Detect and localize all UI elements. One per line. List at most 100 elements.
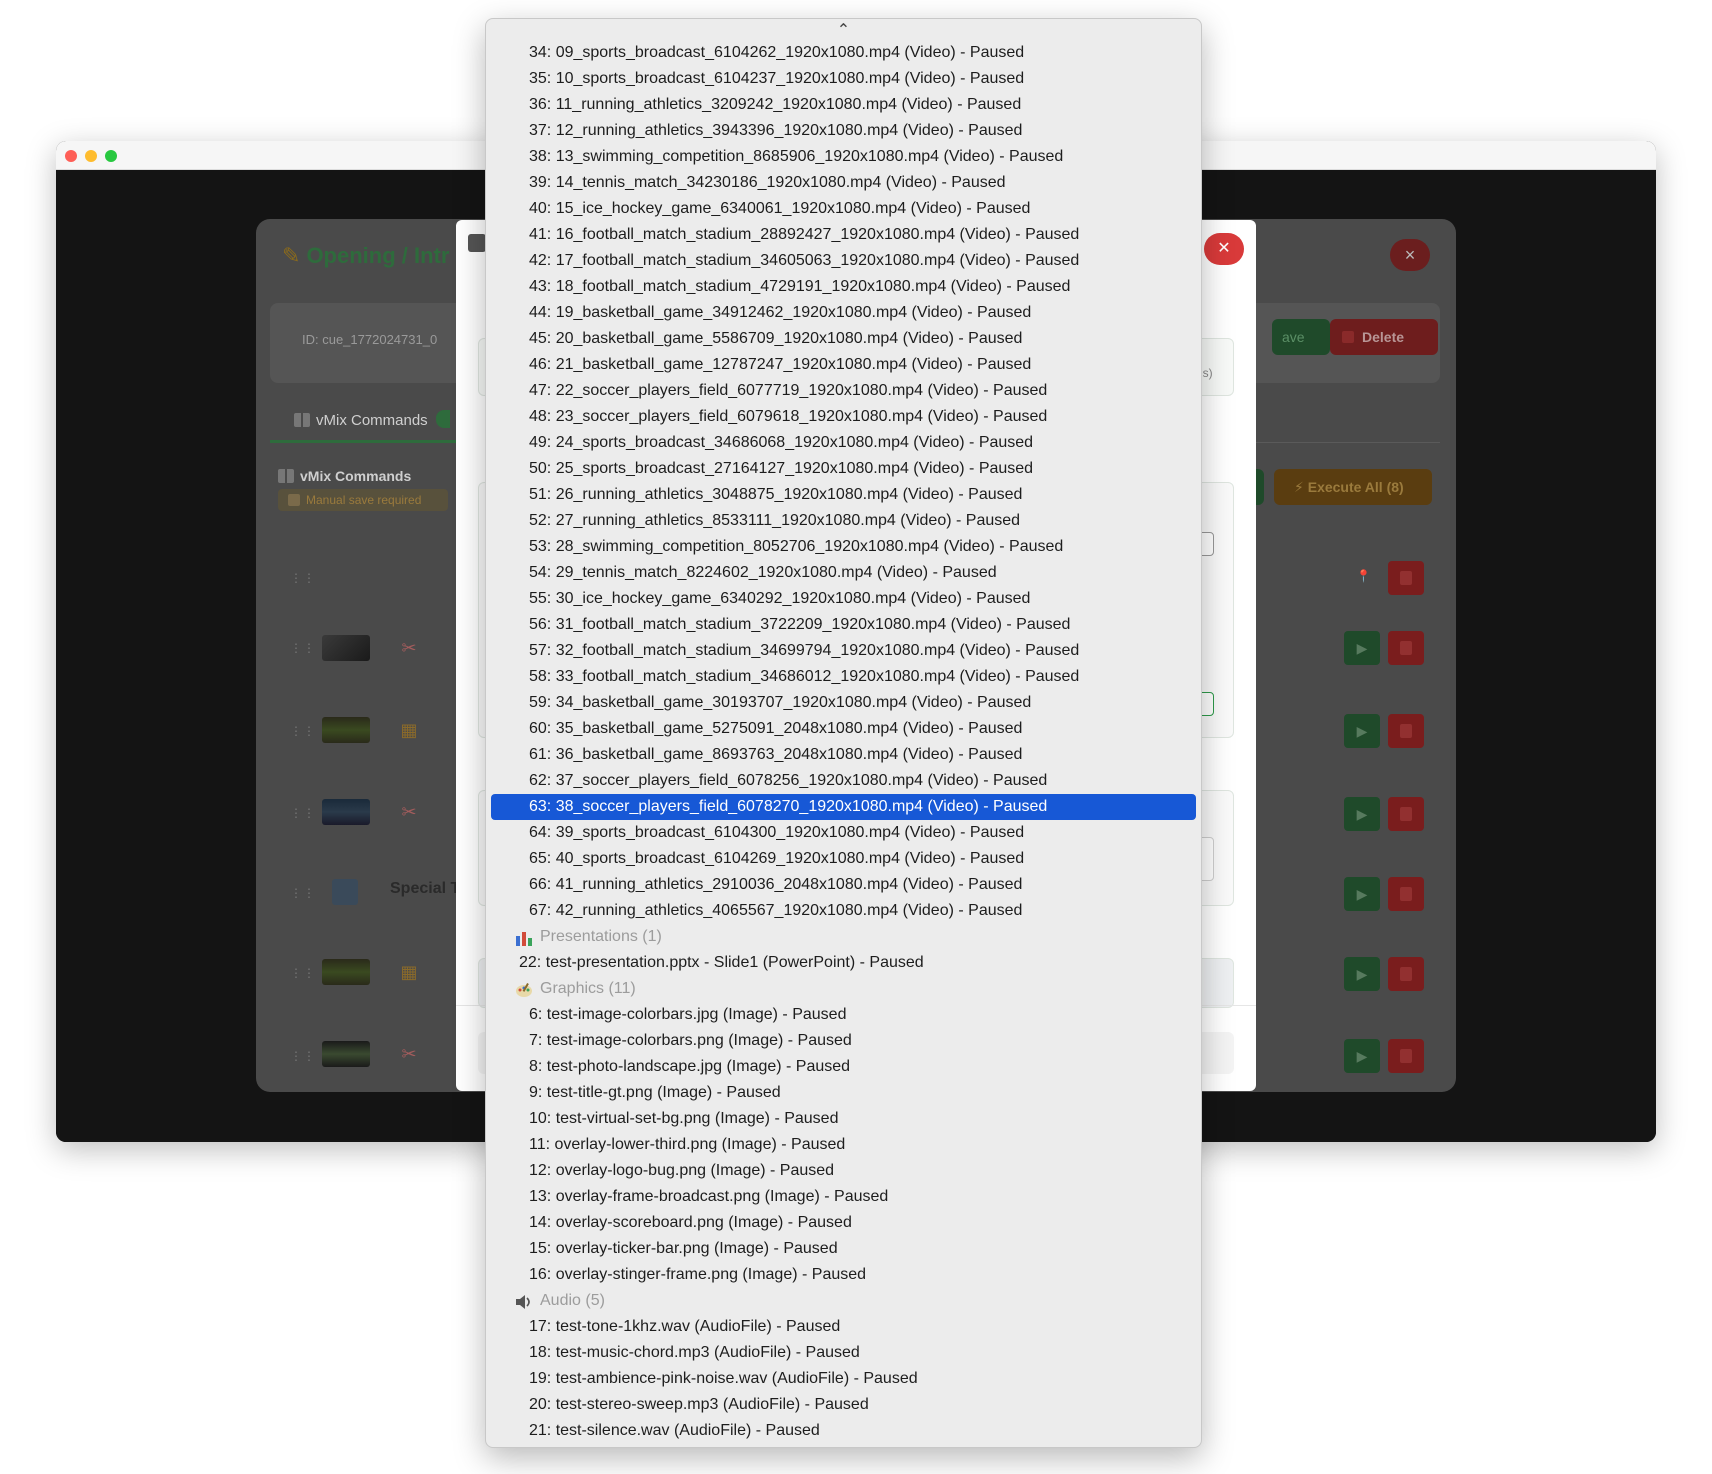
play-row-button[interactable]: ▶	[1344, 1039, 1380, 1073]
drag-handle-icon[interactable]: ⋮⋮	[290, 806, 315, 820]
delete-row-button[interactable]	[1388, 714, 1424, 748]
dropdown-option[interactable]: 49: 24_sports_broadcast_34686068_1920x10…	[486, 430, 1201, 456]
tab-vmix-commands[interactable]: vMix Commands	[270, 399, 460, 443]
scissors-icon: ✂	[401, 802, 417, 822]
drag-handle-icon[interactable]: ⋮⋮	[290, 724, 315, 738]
dropdown-option[interactable]: 38: 13_swimming_competition_8685906_1920…	[486, 144, 1201, 170]
dropdown-option[interactable]: 46: 21_basketball_game_12787247_1920x108…	[486, 352, 1201, 378]
dropdown-option[interactable]: 14: overlay-scoreboard.png (Image) - Pau…	[486, 1210, 1201, 1236]
pin-icon[interactable]: 📍	[1356, 569, 1371, 583]
dropdown-option[interactable]: 6: test-image-colorbars.jpg (Image) - Pa…	[486, 1002, 1201, 1028]
tab-count-badge	[435, 410, 450, 428]
dropdown-option[interactable]: 21: test-silence.wav (AudioFile) - Pause…	[486, 1418, 1201, 1444]
execute-all-button[interactable]: ⚡ Execute All (8)	[1274, 469, 1432, 505]
dropdown-option[interactable]: 50: 25_sports_broadcast_27164127_1920x10…	[486, 456, 1201, 482]
dropdown-option[interactable]: 61: 36_basketball_game_8693763_2048x1080…	[486, 742, 1201, 768]
dropdown-option[interactable]: 41: 16_football_match_stadium_28892427_1…	[486, 222, 1201, 248]
play-row-button[interactable]: ▶	[1344, 877, 1380, 911]
cue-id: ID: cue_1772024731_0	[302, 332, 438, 347]
delete-label: Delete	[1362, 329, 1405, 345]
selected-option[interactable]: 63: 38_soccer_players_field_6078270_1920…	[491, 794, 1196, 820]
drag-handle-icon[interactable]: ⋮⋮	[290, 966, 315, 980]
cue-close-button[interactable]: ×	[1390, 239, 1430, 271]
input-dropdown-list[interactable]: ⌃ 34: 09_sports_broadcast_6104262_1920x1…	[485, 18, 1202, 1448]
dropdown-option[interactable]: 60: 35_basketball_game_5275091_2048x1080…	[486, 716, 1201, 742]
dropdown-option[interactable]: 65: 40_sports_broadcast_6104269_1920x108…	[486, 846, 1201, 872]
dropdown-option[interactable]: 54: 29_tennis_match_8224602_1920x1080.mp…	[486, 560, 1201, 586]
play-row-button[interactable]: ▶	[1344, 714, 1380, 748]
play-row-button[interactable]: ▶	[1344, 957, 1380, 991]
scissors-icon: ✂	[401, 1044, 417, 1064]
dropdown-option[interactable]: 37: 12_running_athletics_3943396_1920x10…	[486, 118, 1201, 144]
dropdown-option[interactable]: 36: 11_running_athletics_3209242_1920x10…	[486, 92, 1201, 118]
dropdown-option[interactable]: 53: 28_swimming_competition_8052706_1920…	[486, 534, 1201, 560]
minimize-window-button[interactable]	[85, 150, 97, 162]
option-group-text: Presentations (1)	[540, 928, 662, 945]
play-row-button[interactable]: ▶	[1344, 631, 1380, 665]
option-group-label: Presentations (1)	[486, 924, 1201, 950]
dropdown-option[interactable]: 7: test-image-colorbars.png (Image) - Pa…	[486, 1028, 1201, 1054]
speaker-icon	[515, 1293, 533, 1309]
dropdown-option[interactable]: 55: 30_ice_hockey_game_6340292_1920x1080…	[486, 586, 1201, 612]
dropdown-option[interactable]: 13: overlay-frame-broadcast.png (Image) …	[486, 1184, 1201, 1210]
dropdown-option[interactable]: 66: 41_running_athletics_2910036_2048x10…	[486, 872, 1201, 898]
dropdown-option[interactable]: 51: 26_running_athletics_3048875_1920x10…	[486, 482, 1201, 508]
zoom-window-button[interactable]	[105, 150, 117, 162]
row-title: Special T	[390, 880, 461, 897]
delete-row-button[interactable]	[1388, 957, 1424, 991]
dropdown-option[interactable]: 16: overlay-stinger-frame.png (Image) - …	[486, 1262, 1201, 1288]
scissors-icon: ✂	[401, 638, 417, 658]
dialog-close-button[interactable]: ✕	[1204, 233, 1244, 265]
drag-handle-icon[interactable]: ⋮⋮	[290, 886, 315, 900]
dropdown-option[interactable]: 18: test-music-chord.mp3 (AudioFile) - P…	[486, 1340, 1201, 1366]
delete-row-button[interactable]	[1388, 877, 1424, 911]
dropdown-option[interactable]: 12: overlay-logo-bug.png (Image) - Pause…	[486, 1158, 1201, 1184]
dropdown-option[interactable]: 8: test-photo-landscape.jpg (Image) - Pa…	[486, 1054, 1201, 1080]
delete-button[interactable]: Delete	[1330, 319, 1438, 355]
drag-handle-icon[interactable]: ⋮⋮	[290, 571, 315, 585]
row-thumbnail	[332, 879, 358, 905]
dropdown-option[interactable]: 40: 15_ice_hockey_game_6340061_1920x1080…	[486, 196, 1201, 222]
dropdown-option[interactable]: 57: 32_football_match_stadium_34699794_1…	[486, 638, 1201, 664]
chevron-up-icon[interactable]: ⌃	[486, 21, 1201, 41]
dropdown-option[interactable]: 15: overlay-ticker-bar.png (Image) - Pau…	[486, 1236, 1201, 1262]
dropdown-option[interactable]: 42: 17_football_match_stadium_34605063_1…	[486, 248, 1201, 274]
dropdown-option[interactable]: 62: 37_soccer_players_field_6078256_1920…	[486, 768, 1201, 794]
dropdown-option[interactable]: 64: 39_sports_broadcast_6104300_1920x108…	[486, 820, 1201, 846]
dropdown-option[interactable]: 22: test-presentation.pptx - Slide1 (Pow…	[486, 950, 1201, 976]
dropdown-option[interactable]: 52: 27_running_athletics_8533111_1920x10…	[486, 508, 1201, 534]
dropdown-option[interactable]: 39: 14_tennis_match_34230186_1920x1080.m…	[486, 170, 1201, 196]
dropdown-option[interactable]: 45: 20_basketball_game_5586709_1920x1080…	[486, 326, 1201, 352]
dropdown-option[interactable]: 48: 23_soccer_players_field_6079618_1920…	[486, 404, 1201, 430]
dropdown-option[interactable]: 9: test-title-gt.png (Image) - Paused	[486, 1080, 1201, 1106]
delete-row-button[interactable]	[1388, 561, 1424, 595]
dropdown-option[interactable]: 58: 33_football_match_stadium_34686012_1…	[486, 664, 1201, 690]
delete-row-button[interactable]	[1388, 1039, 1424, 1073]
film-icon: ▦	[400, 720, 418, 740]
dropdown-option[interactable]: 20: test-stereo-sweep.mp3 (AudioFile) - …	[486, 1392, 1201, 1418]
row-thumbnail	[322, 1041, 370, 1067]
save-button[interactable]: ave	[1272, 319, 1330, 355]
dropdown-option[interactable]: 44: 19_basketball_game_34912462_1920x108…	[486, 300, 1201, 326]
dropdown-option[interactable]: 67: 42_running_athletics_4065567_1920x10…	[486, 898, 1201, 924]
dropdown-option[interactable]: 43: 18_football_match_stadium_4729191_19…	[486, 274, 1201, 300]
close-window-button[interactable]	[65, 150, 77, 162]
row-thumbnail	[322, 717, 370, 743]
play-row-button[interactable]: ▶	[1344, 797, 1380, 831]
option-group-text: Graphics (11)	[540, 980, 636, 997]
commands-heading: vMix Commands	[278, 468, 411, 484]
delete-row-button[interactable]	[1388, 631, 1424, 665]
dropdown-option[interactable]: 47: 22_soccer_players_field_6077719_1920…	[486, 378, 1201, 404]
dropdown-option[interactable]: 10: test-virtual-set-bg.png (Image) - Pa…	[486, 1106, 1201, 1132]
drag-handle-icon[interactable]: ⋮⋮	[290, 1049, 315, 1063]
dropdown-option[interactable]: 59: 34_basketball_game_30193707_1920x108…	[486, 690, 1201, 716]
dropdown-option[interactable]: 34: 09_sports_broadcast_6104262_1920x108…	[486, 40, 1201, 66]
dropdown-option[interactable]: 56: 31_football_match_stadium_3722209_19…	[486, 612, 1201, 638]
dropdown-option[interactable]: 11: overlay-lower-third.png (Image) - Pa…	[486, 1132, 1201, 1158]
dropdown-option[interactable]: 35: 10_sports_broadcast_6104237_1920x108…	[486, 66, 1201, 92]
dropdown-option[interactable]: 19: test-ambience-pink-noise.wav (AudioF…	[486, 1366, 1201, 1392]
drag-handle-icon[interactable]: ⋮⋮	[290, 641, 315, 655]
dropdown-option[interactable]: 17: test-tone-1khz.wav (AudioFile) - Pau…	[486, 1314, 1201, 1340]
delete-row-button[interactable]	[1388, 797, 1424, 831]
commands-heading-text: vMix Commands	[300, 468, 412, 484]
